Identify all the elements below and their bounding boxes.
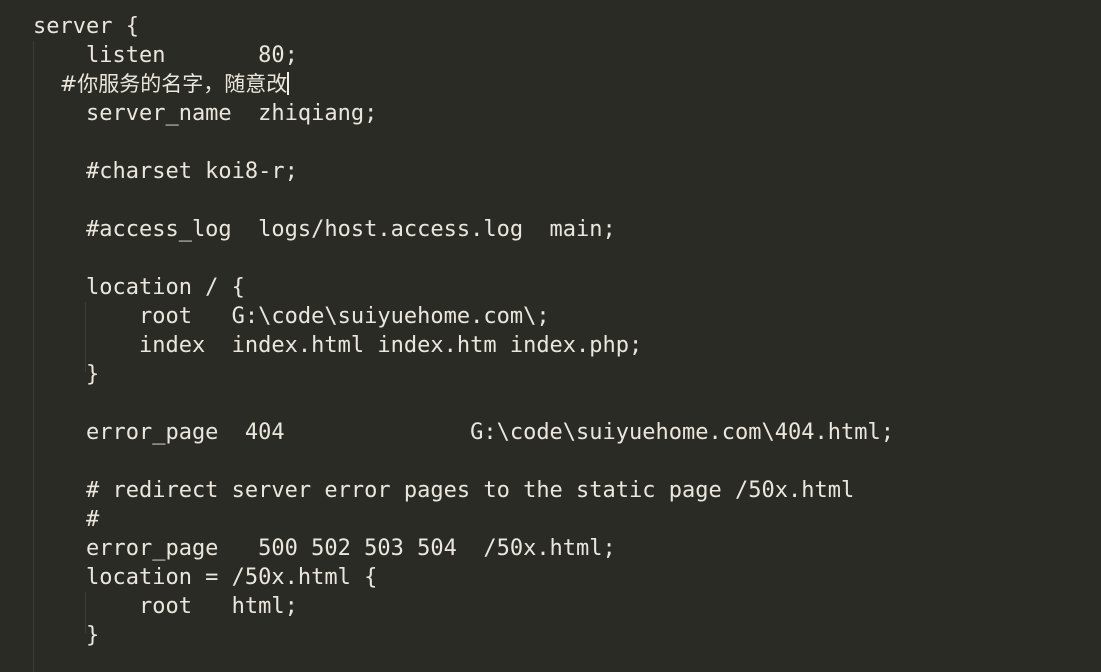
code-line-blank[interactable] xyxy=(0,244,1101,273)
code-line[interactable]: #access_log logs/host.access.log main; xyxy=(0,215,1101,244)
code-line[interactable]: error_page 404 G:\code\suiyuehome.com\40… xyxy=(0,418,1101,447)
code-line[interactable]: # redirect server error pages to the sta… xyxy=(0,476,1101,505)
text-cursor xyxy=(287,72,290,95)
code-line-comment-cjk[interactable]: #你服务的名字，随意改 xyxy=(0,70,1101,99)
code-line-blank[interactable] xyxy=(0,128,1101,157)
code-line[interactable]: #charset koi8-r; xyxy=(0,157,1101,186)
code-line-blank[interactable] xyxy=(0,389,1101,418)
code-line[interactable]: server_name zhiqiang; xyxy=(0,99,1101,128)
code-line[interactable]: # xyxy=(0,505,1101,534)
code-line[interactable]: } xyxy=(0,621,1101,650)
code-line[interactable]: root G:\code\suiyuehome.com\; xyxy=(0,302,1101,331)
code-line[interactable]: } xyxy=(0,360,1101,389)
code-line[interactable]: location = /50x.html { xyxy=(0,563,1101,592)
code-line[interactable]: listen 80; xyxy=(0,41,1101,70)
code-line[interactable]: location / { xyxy=(0,273,1101,302)
code-editor-surface[interactable]: server { listen 80; #你服务的名字，随意改 server_n… xyxy=(0,0,1101,672)
code-content[interactable]: server { listen 80; #你服务的名字，随意改 server_n… xyxy=(0,0,1101,650)
code-line[interactable]: index index.html index.htm index.php; xyxy=(0,331,1101,360)
code-line-blank[interactable] xyxy=(0,186,1101,215)
code-line[interactable]: server { xyxy=(0,12,1101,41)
code-line-blank[interactable] xyxy=(0,447,1101,476)
code-line[interactable]: error_page 500 502 503 504 /50x.html; xyxy=(0,534,1101,563)
code-line-text: #你服务的名字，随意改 xyxy=(33,72,288,96)
code-line[interactable]: root html; xyxy=(0,592,1101,621)
